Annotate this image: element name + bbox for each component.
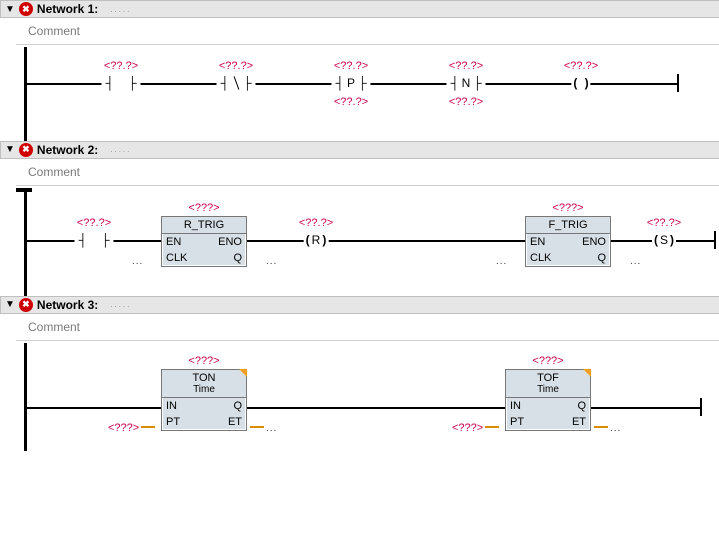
coil-reset[interactable]: (R)	[304, 231, 329, 249]
end-rail	[677, 74, 679, 92]
network-header[interactable]: ▼ Network 3: .....	[0, 296, 719, 314]
end-rail	[714, 231, 716, 249]
fb-port-clk[interactable]: CLK	[162, 250, 204, 266]
fb-port-in[interactable]: IN	[506, 398, 548, 414]
fb-port-eno[interactable]: ENO	[568, 234, 610, 250]
network-header[interactable]: ▼ Network 2: .....	[0, 141, 719, 159]
fb-clk-param[interactable]: ...	[132, 253, 143, 267]
instance-placeholder[interactable]: <???>	[552, 202, 583, 214]
network-comment[interactable]: Comment	[16, 159, 719, 186]
power-rail	[24, 343, 27, 451]
wire	[27, 407, 162, 409]
fb-r-trig[interactable]: R_TRIG EN ENO CLK Q	[161, 216, 247, 267]
fb-port-in[interactable]: IN	[162, 398, 204, 414]
fb-ton[interactable]: TON Time IN Q PT ET	[161, 369, 247, 431]
fb-port-eno[interactable]: ENO	[204, 234, 246, 250]
fb-q-param[interactable]: ...	[630, 253, 641, 267]
fb-tof[interactable]: TOF Time IN Q PT ET	[505, 369, 591, 431]
pt-param[interactable]: <???>	[452, 420, 501, 434]
fb-port-q[interactable]: Q	[568, 250, 610, 266]
wire	[246, 407, 506, 409]
error-icon	[19, 2, 33, 16]
fb-port-pt[interactable]: PT	[162, 414, 204, 430]
ladder-rung: <??.?> ┤├ <???> R_TRIG EN ENO CLK Q ... …	[16, 188, 719, 296]
tag-placeholder[interactable]: <??.?>	[647, 215, 681, 229]
network-title: Network 2:	[37, 143, 98, 157]
tag-placeholder[interactable]: <??.?>	[334, 94, 368, 108]
tag-placeholder[interactable]: <??.?>	[564, 58, 598, 72]
fb-port-q[interactable]: Q	[204, 398, 246, 414]
network-title-raw: .....	[102, 300, 131, 309]
contact-no[interactable]: ┤├	[74, 231, 113, 249]
power-rail	[24, 47, 27, 141]
fb-port-et[interactable]: ET	[204, 414, 246, 430]
end-rail	[700, 398, 702, 416]
fb-clk-param[interactable]: ...	[496, 253, 507, 267]
tag-placeholder[interactable]: <??.?>	[334, 58, 368, 72]
coil-set[interactable]: (S)	[652, 231, 676, 249]
contact-no[interactable]: ┤├	[101, 74, 140, 92]
et-param[interactable]: ...	[248, 420, 277, 434]
wire	[590, 407, 700, 409]
power-rail	[24, 188, 27, 296]
wire	[246, 240, 526, 242]
fb-f-trig[interactable]: F_TRIG EN ENO CLK Q	[525, 216, 611, 267]
collapse-icon[interactable]: ▼	[5, 144, 15, 155]
fb-port-en[interactable]: EN	[526, 234, 568, 250]
network-comment[interactable]: Comment	[16, 314, 719, 341]
fb-q-param[interactable]: ...	[266, 253, 277, 267]
tag-placeholder[interactable]: <??.?>	[449, 58, 483, 72]
error-icon	[19, 298, 33, 312]
network-title: Network 3:	[37, 298, 98, 312]
instance-placeholder[interactable]: <???>	[188, 355, 219, 367]
contact-p[interactable]: ┤P├	[331, 74, 370, 92]
fb-port-q[interactable]: Q	[204, 250, 246, 266]
tag-placeholder[interactable]: <??.?>	[77, 215, 111, 229]
fb-port-et[interactable]: ET	[548, 414, 590, 430]
coil[interactable]: ( )	[571, 74, 590, 92]
fb-port-clk[interactable]: CLK	[526, 250, 568, 266]
et-param[interactable]: ...	[592, 420, 621, 434]
instance-placeholder[interactable]: <???>	[188, 202, 219, 214]
tag-placeholder[interactable]: <??.?>	[299, 215, 333, 229]
network-comment[interactable]: Comment	[16, 18, 719, 45]
network-title: Network 1:	[37, 2, 98, 16]
error-icon	[19, 143, 33, 157]
instance-placeholder[interactable]: <???>	[532, 355, 563, 367]
collapse-icon[interactable]: ▼	[5, 299, 15, 310]
ladder-rung: <???> TON Time IN Q PT ET <???> ... <???…	[16, 343, 719, 451]
tag-placeholder[interactable]: <??.?>	[104, 58, 138, 72]
network-header[interactable]: ▼ Network 1: .....	[0, 0, 719, 18]
timer-marker-icon	[239, 369, 247, 377]
network-title-raw: .....	[102, 5, 131, 14]
collapse-icon[interactable]: ▼	[5, 4, 15, 15]
timer-marker-icon	[583, 369, 591, 377]
tag-placeholder[interactable]: <??.?>	[449, 94, 483, 108]
fb-port-q[interactable]: Q	[548, 398, 590, 414]
fb-port-pt[interactable]: PT	[506, 414, 548, 430]
contact-n[interactable]: ┤N├	[446, 74, 485, 92]
contact-nc[interactable]: ┤├	[216, 74, 255, 92]
pt-param[interactable]: <???>	[108, 420, 157, 434]
network-title-raw: .....	[102, 145, 131, 154]
ladder-rung: <??.?> ┤├ <??.?> ┤├ <??.?> ┤P├ <??.?> <?…	[16, 47, 719, 141]
fb-port-en[interactable]: EN	[162, 234, 204, 250]
tag-placeholder[interactable]: <??.?>	[219, 58, 253, 72]
